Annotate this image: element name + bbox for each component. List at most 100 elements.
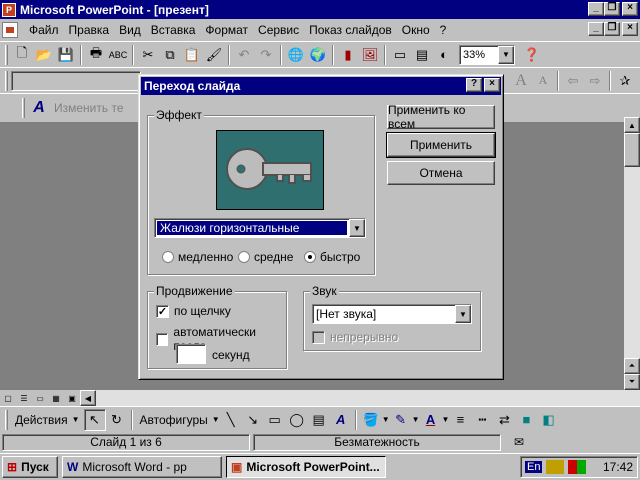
speed-fast-radio[interactable]: быстро: [304, 250, 360, 264]
increase-font-icon[interactable]: A: [510, 70, 532, 92]
word-task-button[interactable]: W Microsoft Word - pp: [62, 456, 222, 478]
help-button[interactable]: ?: [466, 78, 482, 92]
archiver-icon[interactable]: [546, 460, 565, 474]
animation-icon[interactable]: ✰: [614, 70, 636, 92]
help-icon[interactable]: ❓: [521, 44, 543, 66]
next-slide-icon[interactable]: ⏷: [624, 374, 640, 390]
font-color-icon[interactable]: A: [420, 409, 442, 431]
promote-icon[interactable]: ⇦: [562, 70, 584, 92]
loop-checkbox[interactable]: непрерывно: [312, 330, 398, 344]
oval-icon[interactable]: ◯: [286, 409, 308, 431]
format-painter-icon[interactable]: 🖌: [203, 44, 225, 66]
restore-button[interactable]: ❐: [604, 2, 620, 16]
toolbar-grip[interactable]: [22, 97, 25, 118]
line-icon[interactable]: ╲: [220, 409, 242, 431]
menu-format[interactable]: Формат: [200, 23, 253, 37]
dialog-close-button[interactable]: ×: [484, 78, 500, 92]
close-button[interactable]: ×: [622, 2, 638, 16]
hyperlink-icon[interactable]: 🌐: [285, 44, 307, 66]
horizontal-scrollbar[interactable]: [96, 390, 640, 406]
textbox-icon[interactable]: ▤: [308, 409, 330, 431]
menu-view[interactable]: Вид: [114, 23, 146, 37]
seconds-input[interactable]: [176, 344, 206, 364]
toolbar-grip[interactable]: [5, 409, 8, 430]
language-indicator[interactable]: En: [525, 461, 543, 473]
zoom-combo[interactable]: 33% ▼: [459, 44, 515, 65]
font-combo[interactable]: [11, 70, 141, 91]
copy-icon[interactable]: ⧉: [159, 44, 181, 66]
apply-button[interactable]: Применить: [386, 132, 496, 158]
line-color-icon[interactable]: ✎: [390, 409, 412, 431]
speed-medium-radio[interactable]: средне: [238, 250, 293, 264]
paste-icon[interactable]: 📋: [181, 44, 203, 66]
document-icon[interactable]: [2, 21, 18, 38]
slide-layout-icon[interactable]: ▤: [411, 44, 433, 66]
arrow-icon[interactable]: ↘: [242, 409, 264, 431]
new-icon[interactable]: 🗋: [11, 44, 33, 66]
grayscale-icon[interactable]: ◐: [433, 44, 455, 66]
chevron-down-icon[interactable]: ▼: [349, 219, 365, 237]
menu-help[interactable]: ?: [435, 23, 452, 37]
menu-slideshow[interactable]: Показ слайдов: [304, 23, 397, 37]
scroll-up-icon[interactable]: ▲: [624, 117, 640, 133]
cut-icon[interactable]: ✂: [137, 44, 159, 66]
menu-edit[interactable]: Правка: [64, 23, 115, 37]
minimize-button[interactable]: _: [588, 2, 604, 16]
rectangle-icon[interactable]: ▭: [264, 409, 286, 431]
normal-view-icon[interactable]: ▢: [0, 390, 16, 406]
dash-style-icon[interactable]: ┅: [471, 409, 493, 431]
sorter-view-icon[interactable]: ▦: [48, 390, 64, 406]
select-arrow-icon[interactable]: ↖: [83, 408, 106, 431]
spelling-icon[interactable]: ABC: [107, 44, 129, 66]
redo-icon[interactable]: ↷: [255, 44, 277, 66]
shadow-icon[interactable]: ■: [515, 409, 537, 431]
slideshow-view-icon[interactable]: ▣: [64, 390, 80, 406]
effect-dropdown[interactable]: Жалюзи горизонтальные ▼: [154, 218, 366, 238]
apply-to-all-button[interactable]: Применить ко всем: [387, 103, 495, 131]
cancel-button[interactable]: Отмена: [387, 161, 495, 185]
doc-minimize-button[interactable]: _: [588, 22, 604, 36]
menu-tools[interactable]: Сервис: [253, 23, 304, 37]
toolbar-grip[interactable]: [5, 44, 8, 65]
save-icon[interactable]: 💾: [55, 44, 77, 66]
chevron-down-icon[interactable]: ▼: [455, 305, 471, 323]
start-button[interactable]: ⊞ Пуск: [2, 456, 58, 478]
menu-file[interactable]: Файл: [24, 23, 64, 37]
slide-view-icon[interactable]: ▭: [32, 390, 48, 406]
doc-restore-button[interactable]: ❐: [604, 22, 620, 36]
insert-clipart-icon[interactable]: 🖼: [359, 44, 381, 66]
wordart-icon[interactable]: A: [28, 97, 50, 119]
3d-icon[interactable]: ◧: [537, 409, 559, 431]
open-icon[interactable]: 📂: [33, 44, 55, 66]
scroll-left-icon[interactable]: ◀: [80, 390, 96, 406]
fill-color-icon[interactable]: 🪣: [360, 409, 382, 431]
effect-preview: [216, 130, 324, 210]
menu-insert[interactable]: Вставка: [146, 23, 201, 37]
speed-slow-radio[interactable]: медленно: [162, 250, 233, 264]
line-style-icon[interactable]: ≡: [449, 409, 471, 431]
undo-icon[interactable]: ↶: [233, 44, 255, 66]
free-rotate-icon[interactable]: ↻: [106, 409, 128, 431]
on-click-checkbox[interactable]: ✓ по щелчку: [156, 304, 231, 318]
prev-slide-icon[interactable]: ⏶: [624, 358, 640, 374]
new-slide-icon[interactable]: ▭: [389, 44, 411, 66]
vertical-scrollbar[interactable]: ▲ ⏶ ⏷: [624, 117, 640, 390]
doc-close-button[interactable]: ×: [622, 22, 638, 36]
toolbar-grip[interactable]: [5, 70, 8, 91]
actions-menu[interactable]: Действия: [11, 413, 72, 427]
menu-window[interactable]: Окно: [397, 23, 435, 37]
flag-icon[interactable]: [568, 460, 587, 474]
wordart-icon[interactable]: A: [330, 409, 352, 431]
print-icon[interactable]: 🖶: [85, 44, 107, 66]
web-toolbar-icon[interactable]: 🌍: [307, 44, 329, 66]
insert-chart-icon[interactable]: ▮: [337, 44, 359, 66]
decrease-font-icon[interactable]: A: [532, 70, 554, 92]
scroll-thumb[interactable]: [624, 133, 640, 167]
demote-icon[interactable]: ⇨: [584, 70, 606, 92]
chevron-down-icon[interactable]: ▼: [498, 45, 514, 64]
autoshapes-menu[interactable]: Автофигуры: [136, 413, 212, 427]
outline-view-icon[interactable]: ☰: [16, 390, 32, 406]
arrow-style-icon[interactable]: ⇄: [493, 409, 515, 431]
powerpoint-task-button[interactable]: ▣ Microsoft PowerPoint...: [226, 456, 386, 478]
sound-dropdown[interactable]: [Нет звука] ▼: [312, 304, 472, 324]
